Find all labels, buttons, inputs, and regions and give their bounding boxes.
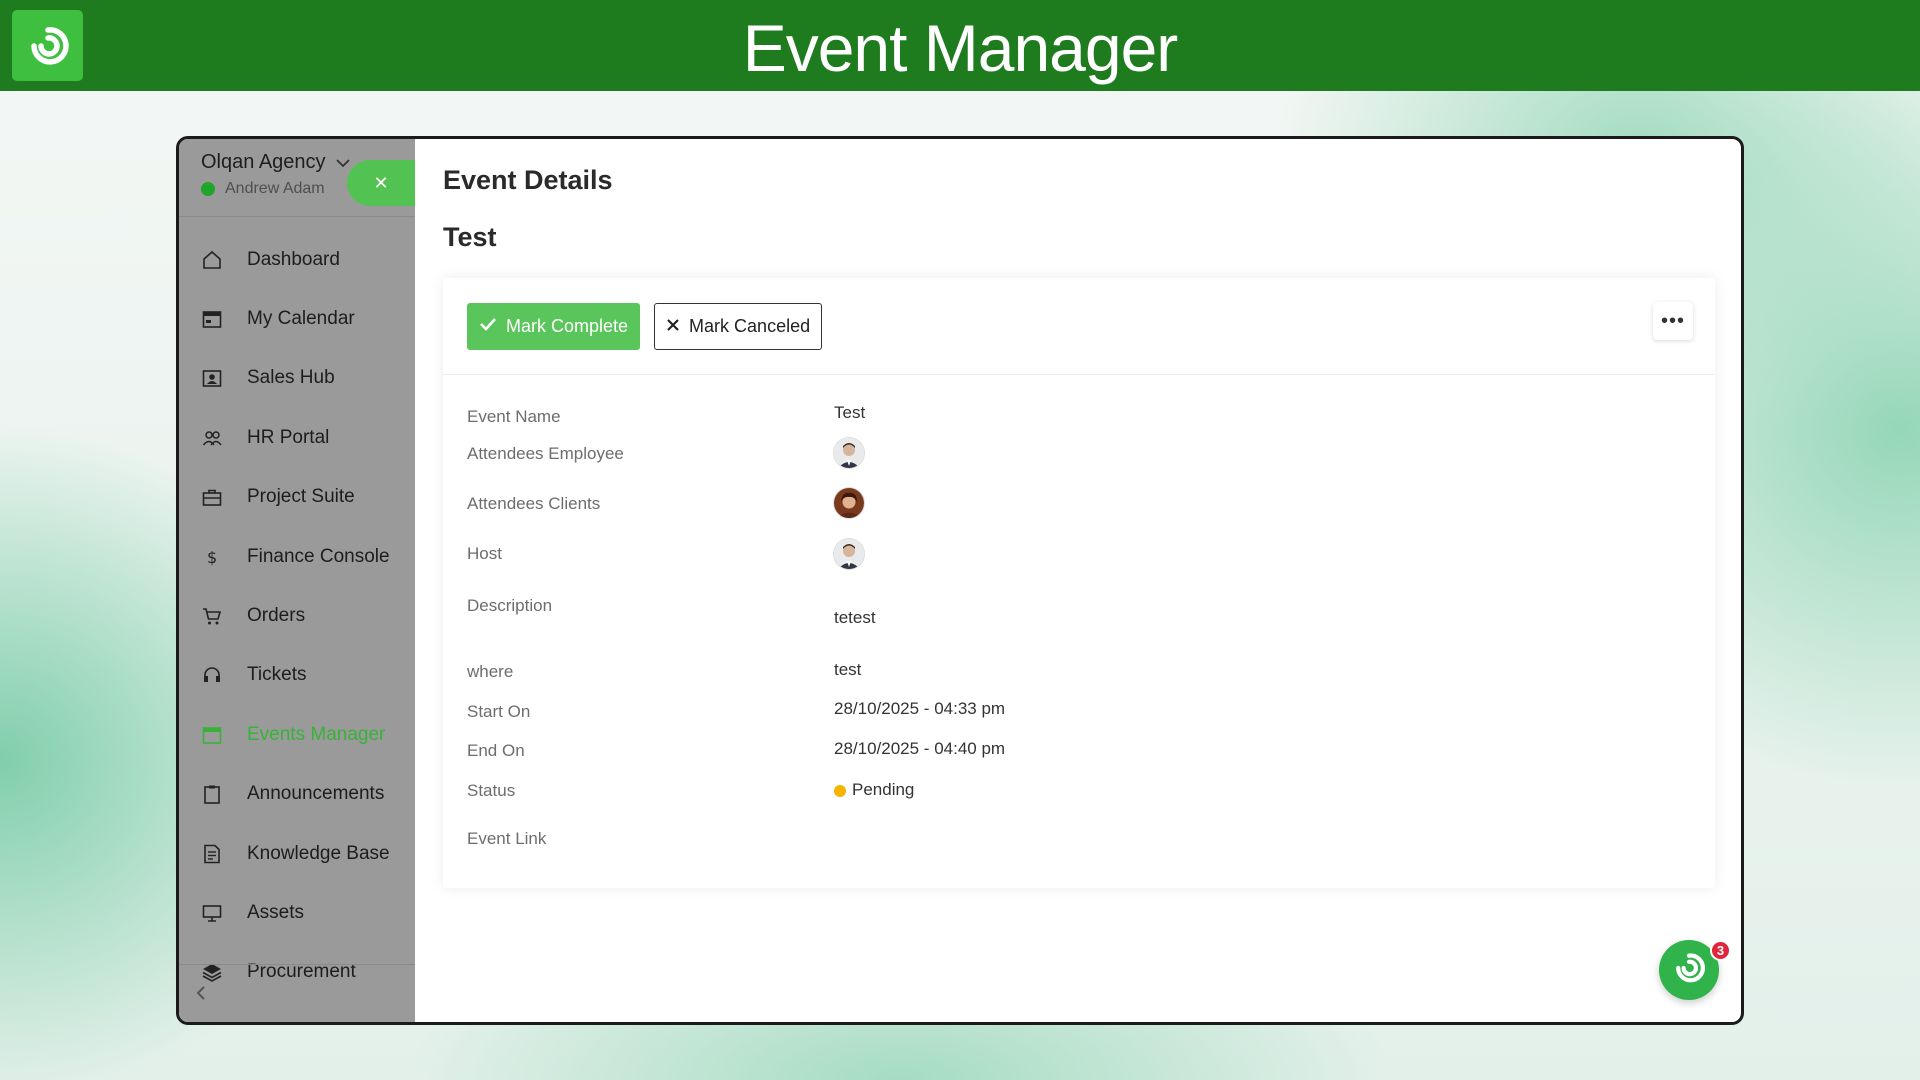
mark-complete-label: Mark Complete: [506, 315, 629, 336]
sidebar-item-tickets[interactable]: Tickets: [179, 646, 415, 705]
headset-icon: [201, 664, 223, 686]
app-window: Olqan Agency Andrew Adam ✕ Dashboard My …: [176, 136, 1744, 1025]
page-title: Event Details: [443, 165, 613, 195]
sidebar-item-label: Dashboard: [247, 248, 340, 270]
sidebar-item-orders[interactable]: Orders: [179, 586, 415, 645]
sidebar-item-label: Sales Hub: [247, 367, 335, 389]
sidebar-item-my-calendar[interactable]: My Calendar: [179, 289, 415, 348]
sidebar-item-dashboard[interactable]: Dashboard: [179, 230, 415, 289]
status-value: Pending: [834, 780, 914, 800]
where-label: where: [467, 662, 514, 681]
sidebar-item-label: Events Manager: [247, 723, 386, 745]
start-on-value: 28/10/2025 - 04:33 pm: [834, 699, 1006, 718]
calendar-icon: [201, 308, 223, 330]
cart-icon: [201, 605, 223, 627]
description-label: Description: [467, 596, 553, 615]
sidebar-item-label: HR Portal: [247, 426, 330, 448]
host-label: Host: [467, 544, 502, 563]
notification-badge: 3: [1710, 940, 1731, 961]
swirl-logo-icon: [1672, 951, 1706, 990]
event-title: Test: [443, 222, 497, 252]
clipboard-icon: [201, 783, 223, 805]
monitor-icon: [201, 902, 223, 924]
document-icon: [201, 843, 223, 865]
attendees-clients-value: [834, 488, 864, 518]
sidebar: Olqan Agency Andrew Adam ✕ Dashboard My …: [179, 139, 415, 1022]
mark-complete-button[interactable]: Mark Complete: [467, 302, 641, 350]
collapse-sidebar-button[interactable]: [179, 964, 415, 1022]
host-avatar[interactable]: [834, 539, 864, 569]
user-name: Andrew Adam: [225, 180, 325, 197]
event-actions-toolbar: Mark Complete Mark Canceled •••: [443, 278, 1715, 375]
attendees-employee-label: Attendees Employee: [467, 444, 624, 463]
briefcase-icon: [201, 486, 223, 508]
status-label: Status: [467, 781, 516, 800]
end-on-value: 28/10/2025 - 04:40 pm: [834, 739, 1006, 758]
sidebar-item-finance-console[interactable]: $ Finance Console: [179, 527, 415, 586]
sidebar-nav: Dashboard My Calendar Sales Hub HR Porta…: [179, 217, 415, 1002]
sidebar-item-knowledge-base[interactable]: Knowledge Base: [179, 824, 415, 883]
more-options-button[interactable]: •••: [1653, 302, 1693, 340]
where-value: test: [834, 660, 862, 679]
status-text: Pending: [852, 780, 915, 799]
online-status-dot: [201, 182, 215, 196]
client-avatar[interactable]: [834, 488, 864, 518]
employee-avatar[interactable]: [834, 438, 864, 468]
sidebar-item-project-suite[interactable]: Project Suite: [179, 468, 415, 527]
chevron-left-icon: [195, 981, 207, 1007]
sidebar-item-label: Announcements: [247, 783, 385, 805]
calendar-icon: [201, 724, 223, 746]
chevron-down-icon: [335, 151, 350, 174]
checkmark-icon: [479, 316, 497, 337]
sidebar-item-label: My Calendar: [247, 308, 355, 330]
close-icon: [666, 316, 680, 337]
host-value: [834, 539, 864, 569]
mark-canceled-button[interactable]: Mark Canceled: [654, 302, 823, 350]
sidebar-item-sales-hub[interactable]: Sales Hub: [179, 349, 415, 408]
contact-card-icon: [201, 367, 223, 389]
event-name-value: Test: [834, 403, 866, 422]
ellipsis-icon: •••: [1660, 310, 1685, 332]
sidebar-item-label: Orders: [247, 605, 306, 627]
event-link-label: Event Link: [467, 829, 547, 848]
attendees-employee-value: [834, 438, 864, 468]
dollar-icon: $: [201, 546, 223, 568]
org-name: Olqan Agency: [201, 151, 326, 173]
event-details-card: Mark Complete Mark Canceled ••• Event Na…: [443, 278, 1715, 888]
event-name-label: Event Name: [467, 407, 561, 426]
sidebar-item-assets[interactable]: Assets: [179, 883, 415, 942]
sidebar-item-hr-portal[interactable]: HR Portal: [179, 408, 415, 467]
end-on-label: End On: [467, 741, 525, 760]
sidebar-item-label: Assets: [247, 901, 305, 923]
home-icon: [201, 249, 223, 271]
users-icon: [201, 427, 223, 449]
status-dot: [834, 784, 846, 797]
sidebar-item-label: Finance Console: [247, 545, 390, 567]
close-icon: ✕: [373, 172, 389, 193]
main-content: Event Details Test Mark Complete Mark Ca…: [415, 139, 1741, 1022]
sidebar-item-announcements[interactable]: Announcements: [179, 765, 415, 824]
sidebar-item-label: Project Suite: [247, 486, 355, 508]
start-on-label: Start On: [467, 702, 531, 721]
description-value: tetest: [834, 608, 876, 627]
sidebar-item-label: Knowledge Base: [247, 842, 390, 864]
attendees-clients-label: Attendees Clients: [467, 494, 601, 513]
close-sidebar-button[interactable]: ✕: [347, 160, 415, 206]
org-header: Olqan Agency Andrew Adam ✕: [179, 139, 415, 217]
top-banner: Event Manager: [0, 0, 1920, 91]
sidebar-item-events-manager[interactable]: Events Manager: [179, 705, 415, 764]
sidebar-item-label: Tickets: [247, 664, 307, 686]
svg-text:$: $: [207, 548, 217, 567]
mark-canceled-label: Mark Canceled: [689, 315, 811, 336]
banner-title: Event Manager: [742, 11, 1179, 85]
